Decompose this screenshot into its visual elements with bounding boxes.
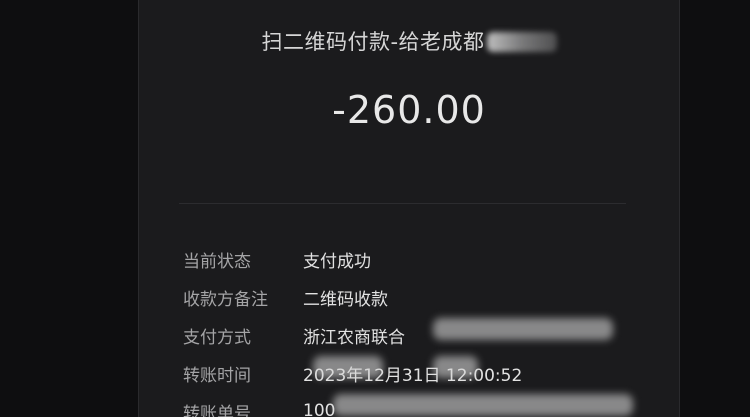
detail-label: 转账时间: [183, 365, 251, 386]
detail-row-transfer-number: 转账单号 100: [183, 392, 653, 417]
screen: 扫二维码付款-给老成都 -260.00 当前状态 支付成功 收款方备注 二维码收…: [0, 0, 750, 417]
receipt-card: 扫二维码付款-给老成都 -260.00 当前状态 支付成功 收款方备注 二维码收…: [138, 0, 680, 417]
redaction-mark: [333, 394, 633, 416]
redaction-mark: [486, 32, 557, 52]
redaction-mark: [313, 356, 383, 378]
details-list: 当前状态 支付成功 收款方备注 二维码收款 支付方式 浙江农商联合 转账时间 2…: [183, 240, 653, 417]
detail-row-transfer-time: 转账时间 2023年12月31日 12:00:52: [183, 354, 653, 392]
detail-row-payment-method[interactable]: 支付方式 浙江农商联合: [183, 316, 653, 354]
detail-value: 支付成功: [303, 251, 371, 272]
detail-label: 转账单号: [183, 403, 251, 417]
redaction-mark: [433, 356, 478, 378]
detail-label: 收款方备注: [183, 289, 268, 310]
transaction-title: 扫二维码付款-给老成都: [139, 26, 679, 56]
detail-value: 二维码收款: [303, 289, 388, 310]
detail-row-status: 当前状态 支付成功: [183, 240, 653, 278]
detail-label: 当前状态: [183, 251, 251, 272]
transaction-title-text: 扫二维码付款-给老成都: [261, 30, 485, 54]
detail-value: 浙江农商联合: [303, 327, 405, 348]
detail-value: 100: [303, 401, 336, 417]
detail-label: 支付方式: [183, 327, 251, 348]
detail-row-payee-note: 收款方备注 二维码收款: [183, 278, 653, 316]
redaction-mark: [433, 318, 613, 340]
divider: [179, 203, 626, 204]
transaction-amount: -260.00: [332, 88, 486, 132]
